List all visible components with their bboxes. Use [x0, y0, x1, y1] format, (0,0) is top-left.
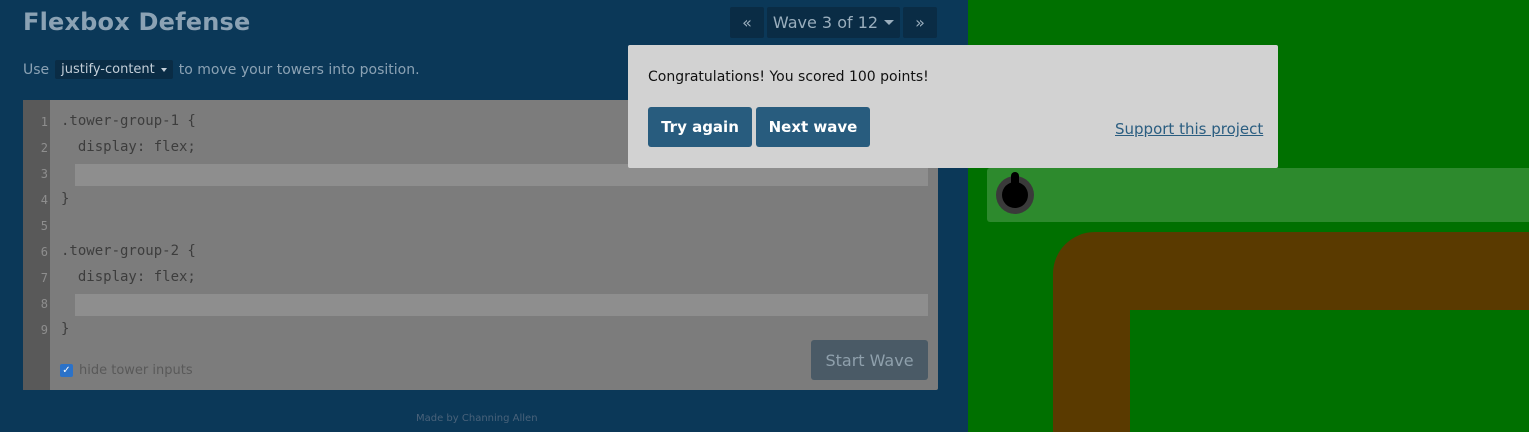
support-project-link[interactable]: Support this project — [1115, 120, 1263, 138]
tower-group-2-input[interactable] — [75, 294, 928, 316]
tower-icon — [996, 172, 1034, 214]
double-chevron-right-icon: » — [915, 13, 925, 32]
hide-tower-inputs-label: hide tower inputs — [79, 363, 193, 378]
double-chevron-left-icon: « — [742, 13, 752, 32]
caret-down-icon — [160, 67, 167, 72]
line-number: 1 — [40, 115, 48, 129]
line-number: 9 — [40, 323, 48, 337]
score-modal: Congratulations! You scored 100 points! … — [628, 45, 1278, 168]
line-number: 5 — [40, 219, 48, 233]
code-line: display: flex; — [61, 269, 196, 285]
property-dropdown[interactable]: justify-content — [55, 60, 173, 79]
score-message: Congratulations! You scored 100 points! — [648, 69, 929, 85]
instructions-prefix: Use — [23, 61, 50, 78]
wave-navigation: « Wave 3 of 12 » — [730, 7, 937, 38]
app-title: Flexbox Defense — [23, 8, 251, 36]
line-number: 8 — [40, 297, 48, 311]
wave-select-dropdown[interactable]: Wave 3 of 12 — [767, 7, 900, 38]
instructions-suffix: to move your towers into position. — [178, 61, 420, 78]
code-line: } — [61, 321, 70, 337]
code-line: .tower-group-1 { — [61, 113, 196, 129]
instructions: Use justify-content to move your towers … — [23, 60, 420, 79]
line-number: 2 — [40, 141, 48, 155]
line-number: 7 — [40, 271, 48, 285]
checkbox-checked-icon[interactable]: ✓ — [60, 364, 73, 377]
tower-lane — [987, 168, 1529, 222]
hide-tower-inputs-toggle[interactable]: ✓ hide tower inputs — [60, 363, 193, 378]
line-number: 4 — [40, 193, 48, 207]
line-number: 6 — [40, 245, 48, 259]
wave-label: Wave 3 of 12 — [772, 13, 879, 32]
code-line: .tower-group-2 { — [61, 243, 196, 259]
next-wave-modal-button[interactable]: Next wave — [756, 107, 870, 147]
footer-credit: Made by Channing Allen — [416, 413, 538, 424]
caret-down-icon — [884, 20, 895, 25]
code-line: display: flex; — [61, 139, 196, 155]
tower-barrel — [1011, 172, 1019, 190]
prev-wave-button[interactable]: « — [730, 7, 764, 38]
next-wave-button[interactable]: » — [903, 7, 937, 38]
line-number: 3 — [40, 167, 48, 181]
property-name: justify-content — [61, 62, 155, 77]
code-line: } — [61, 191, 70, 207]
grass-patch — [1130, 310, 1529, 432]
try-again-button[interactable]: Try again — [648, 107, 752, 147]
start-wave-button[interactable]: Start Wave — [811, 340, 928, 380]
